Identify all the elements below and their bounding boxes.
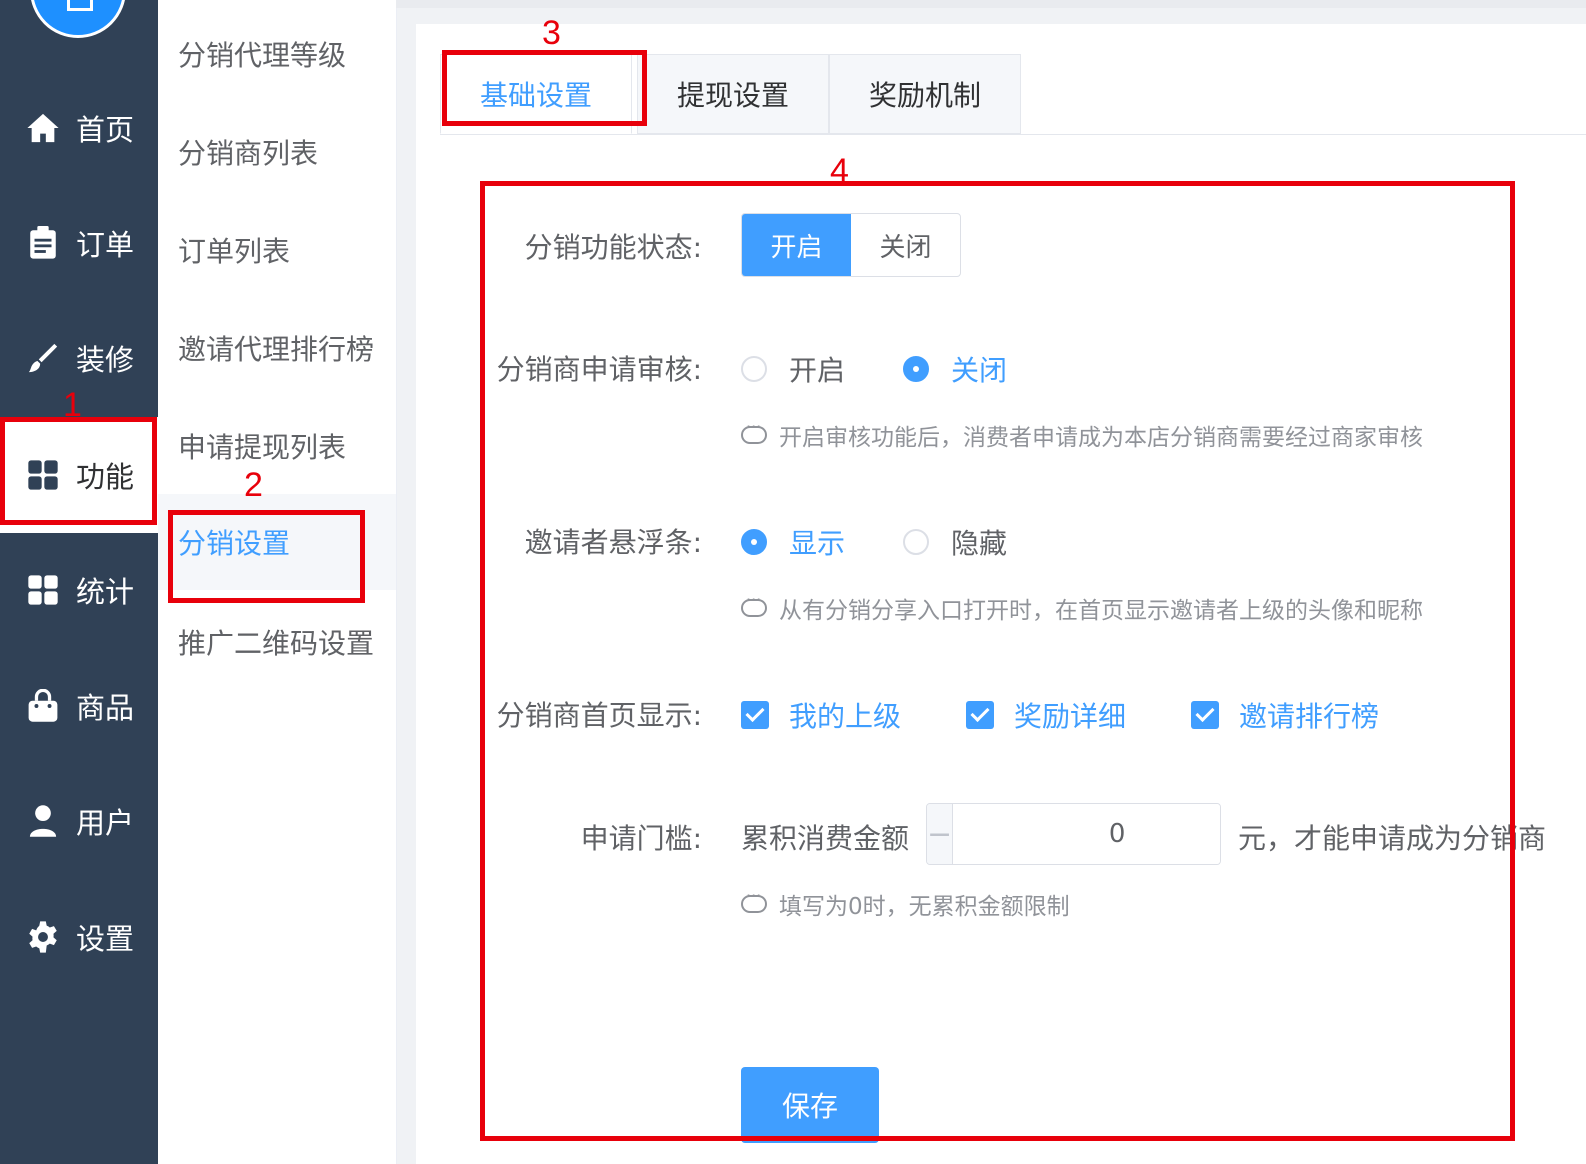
sidebar-item-label: 商品 <box>76 691 135 725</box>
sidebar-item-label: 装修 <box>76 343 135 377</box>
subnav-item-order-list[interactable]: 订单列表 <box>158 202 396 298</box>
subnav-item-agent-level[interactable]: 分销代理等级 <box>158 6 396 102</box>
sidebar-item-orders[interactable]: 订单 <box>0 185 158 301</box>
shopping-bag-icon <box>26 689 60 723</box>
sidebar-item-label: 订单 <box>76 228 135 262</box>
subnav-item-invite-ranking[interactable]: 邀请代理排行榜 <box>158 300 396 396</box>
logo <box>30 0 126 38</box>
user-icon <box>26 804 60 838</box>
sidebar-item-settings[interactable]: 设置 <box>0 879 158 995</box>
sidebar-item-home[interactable]: 首页 <box>0 70 158 186</box>
sidebar-item-label: 首页 <box>76 113 135 147</box>
sidebar-item-users[interactable]: 用户 <box>0 763 158 879</box>
annotation-box-4 <box>480 181 1515 1141</box>
annotation-number-3: 3 <box>542 14 561 52</box>
sidebar-item-label: 统计 <box>76 575 135 609</box>
sidebar-item-statistics[interactable]: 统计 <box>0 532 158 648</box>
annotation-number-4: 4 <box>830 152 849 190</box>
annotation-box-3 <box>442 50 647 126</box>
brush-icon <box>26 341 60 375</box>
subnav-item-qrcode-settings[interactable]: 推广二维码设置 <box>158 594 396 690</box>
home-icon <box>26 111 60 145</box>
annotation-number-1: 1 <box>63 386 82 424</box>
annotation-box-1 <box>0 417 157 525</box>
annotation-box-2 <box>168 510 365 603</box>
sidebar-item-label: 设置 <box>76 922 135 956</box>
content-header-strip <box>396 0 1586 8</box>
annotation-number-2: 2 <box>244 466 263 504</box>
tab-reward-mechanism[interactable]: 奖励机制 <box>829 54 1021 134</box>
grid-icon <box>26 573 60 607</box>
subnav-item-withdraw-list[interactable]: 申请提现列表 <box>158 398 396 494</box>
gear-icon <box>26 920 60 954</box>
clipboard-icon <box>26 226 60 260</box>
subnav-item-distributor-list[interactable]: 分销商列表 <box>158 104 396 200</box>
tab-withdraw-settings[interactable]: 提现设置 <box>637 54 829 134</box>
main-sidebar: 首页 订单 装修 功能 统计 商品 用户 设置 <box>0 0 158 1164</box>
sidebar-item-label: 用户 <box>76 806 135 840</box>
sidebar-item-products[interactable]: 商品 <box>0 648 158 764</box>
